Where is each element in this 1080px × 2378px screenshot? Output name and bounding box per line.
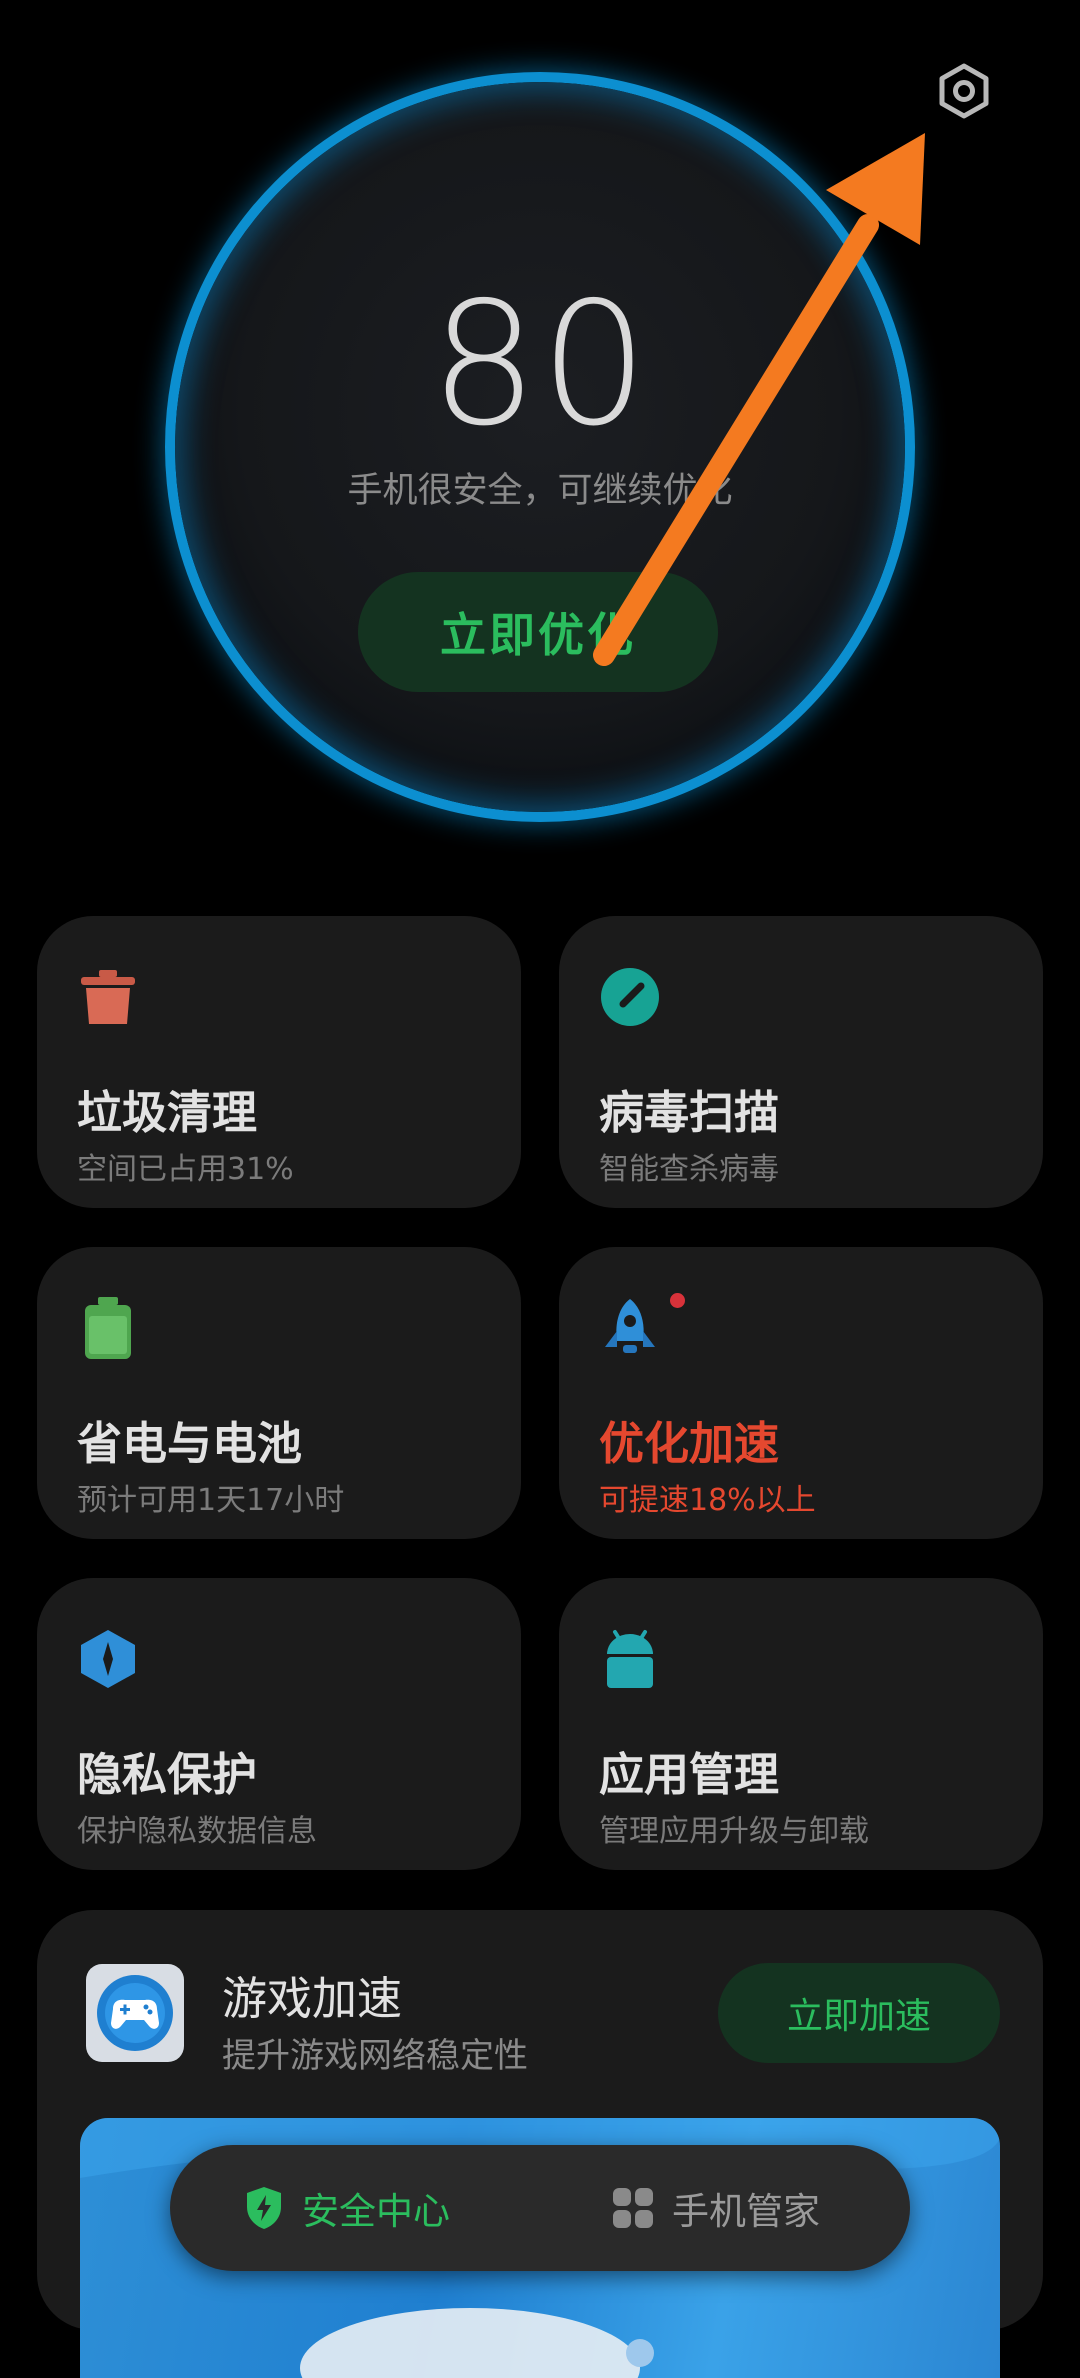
security-status-text: 手机很安全，可继续优化 bbox=[347, 471, 733, 511]
battery-icon bbox=[77, 1297, 139, 1359]
grid-icon bbox=[613, 2188, 653, 2228]
card-title: 垃圾清理 bbox=[77, 1086, 258, 1139]
settings-gear-icon[interactable] bbox=[928, 55, 1000, 127]
card-desc: 可提速18%以上 bbox=[599, 1483, 816, 1518]
gamepad-icon bbox=[86, 1964, 184, 2062]
notification-dot bbox=[670, 1293, 685, 1308]
card-virus-scan[interactable]: 病毒扫描 智能查杀病毒 bbox=[559, 916, 1043, 1208]
nav-phone-manager[interactable]: 手机管家 bbox=[612, 2145, 820, 2271]
card-desc: 智能查杀病毒 bbox=[599, 1152, 779, 1187]
card-privacy[interactable]: 隐私保护 保护隐私数据信息 bbox=[37, 1578, 521, 1870]
nav-security-center[interactable]: 安全中心 bbox=[244, 2145, 450, 2271]
card-desc: 空间已占用31% bbox=[77, 1152, 294, 1187]
virus-scan-icon bbox=[599, 966, 661, 1028]
card-desc: 保护隐私数据信息 bbox=[77, 1814, 317, 1849]
card-desc: 预计可用1天17小时 bbox=[77, 1483, 345, 1518]
bottom-navigation: 安全中心 手机管家 bbox=[170, 2145, 910, 2271]
card-title: 优化加速 bbox=[599, 1417, 780, 1470]
shield-bolt-icon bbox=[247, 2187, 281, 2229]
card-speed-boost[interactable]: 优化加速 可提速18%以上 bbox=[559, 1247, 1043, 1539]
card-title: 省电与电池 bbox=[77, 1417, 303, 1470]
accelerate-now-button[interactable]: 立即加速 bbox=[718, 1963, 1000, 2063]
trash-icon bbox=[77, 966, 139, 1028]
card-battery[interactable]: 省电与电池 预计可用1天17小时 bbox=[37, 1247, 521, 1539]
optimize-now-button[interactable]: 立即优化 bbox=[358, 572, 718, 692]
card-title: 应用管理 bbox=[599, 1748, 780, 1801]
card-title: 隐私保护 bbox=[77, 1748, 258, 1801]
nav-label: 手机管家 bbox=[672, 2190, 820, 2233]
card-desc: 管理应用升级与卸载 bbox=[599, 1814, 869, 1849]
android-icon bbox=[599, 1628, 661, 1690]
card-junk-cleanup[interactable]: 垃圾清理 空间已占用31% bbox=[37, 916, 521, 1208]
card-app-management[interactable]: 应用管理 管理应用升级与卸载 bbox=[559, 1578, 1043, 1870]
security-score: 80 bbox=[429, 266, 651, 464]
game-acceleration-desc: 提升游戏网络稳定性 bbox=[222, 2036, 528, 2076]
privacy-shield-icon bbox=[77, 1628, 139, 1690]
nav-label: 安全中心 bbox=[302, 2190, 450, 2233]
game-acceleration-title: 游戏加速 bbox=[222, 1972, 403, 2025]
card-title: 病毒扫描 bbox=[599, 1086, 780, 1139]
rocket-icon bbox=[599, 1297, 661, 1359]
